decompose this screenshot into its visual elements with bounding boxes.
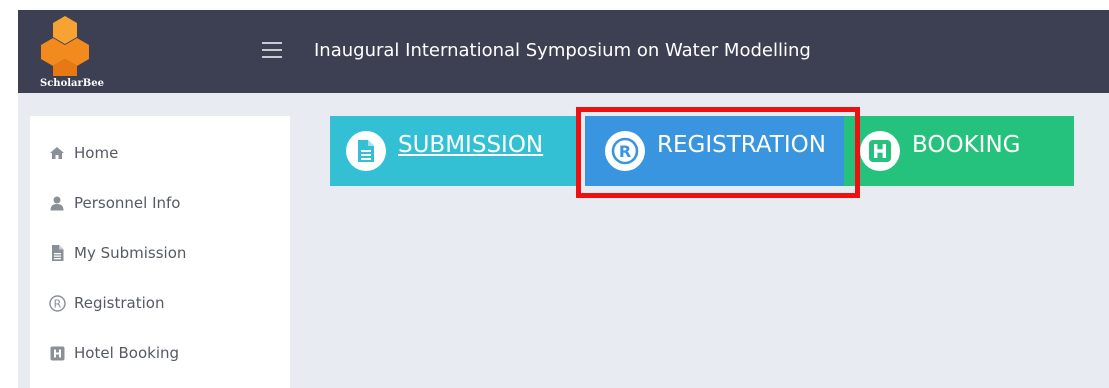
logo-text: ScholarBee <box>40 78 104 89</box>
user-icon <box>48 194 66 212</box>
sidebar-item-label: My Submission <box>74 244 187 262</box>
registration-tile-label: REGISTRATION <box>657 132 826 158</box>
sidebar-item-home[interactable]: Home <box>48 140 118 166</box>
sidebar-item-label: Personnel Info <box>74 194 181 212</box>
booking-tile-label: BOOKING <box>912 132 1021 158</box>
registration-tile[interactable]: R REGISTRATION <box>585 116 845 186</box>
document-icon <box>346 131 386 171</box>
scholarbee-logo[interactable]: ScholarBee <box>30 14 112 89</box>
sidebar-item-label: Hotel Booking <box>74 344 180 362</box>
sidebar-item-label: Home <box>74 144 119 162</box>
hotel-icon <box>48 344 66 362</box>
registered-icon: R <box>605 131 645 171</box>
svg-text:R: R <box>619 142 631 161</box>
quick-action-tiles: SUBMISSION R REGISTRATION BOOKING <box>330 116 1074 186</box>
submission-tile[interactable]: SUBMISSION <box>330 116 580 186</box>
hotel-icon <box>860 131 900 171</box>
svg-text:R: R <box>53 297 61 310</box>
top-navigation-bar: ScholarBee Inaugural International Sympo… <box>18 10 1109 93</box>
sidebar: Home Personnel Info My Submission R Regi… <box>30 116 290 388</box>
sidebar-item-registration[interactable]: R Registration <box>48 290 164 316</box>
sidebar-item-label: Registration <box>74 294 165 312</box>
registered-icon: R <box>48 294 66 312</box>
hamburger-icon[interactable] <box>262 42 282 58</box>
booking-tile[interactable]: BOOKING <box>844 116 1074 186</box>
page-title: Inaugural International Symposium on Wat… <box>314 40 811 61</box>
sidebar-item-hotel-booking[interactable]: Hotel Booking <box>48 340 179 366</box>
sidebar-item-my-submission[interactable]: My Submission <box>48 240 186 266</box>
home-icon <box>48 144 66 162</box>
hexagon-logo-icon <box>41 16 89 76</box>
document-icon <box>48 244 66 262</box>
sidebar-item-personnel-info[interactable]: Personnel Info <box>48 190 180 216</box>
submission-tile-label: SUBMISSION <box>398 132 544 158</box>
